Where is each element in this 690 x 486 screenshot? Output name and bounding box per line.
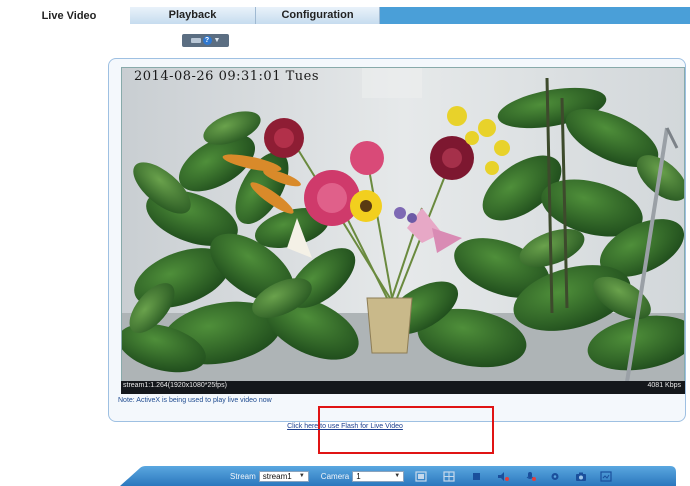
camera-select[interactable]: 1 ▼ xyxy=(352,470,405,482)
video-player[interactable]: 2014-08-26 09:31:01 Tues xyxy=(121,67,685,394)
view-mode-selector[interactable]: ? ▼ xyxy=(182,34,229,47)
help-icon[interactable]: ? xyxy=(202,36,212,45)
stream-select-value: stream1 xyxy=(262,471,292,481)
tab-strip-background xyxy=(380,7,690,24)
record-icon[interactable] xyxy=(600,471,612,482)
multi-view-icon[interactable] xyxy=(443,471,455,482)
activex-note: Note: ActiveX is being used to play live… xyxy=(118,397,272,404)
camera-feed-image xyxy=(122,68,684,382)
live-toolbar: Stream stream1 ▼ Camera 1 ▼ xyxy=(230,469,405,483)
chevron-down-icon: ▼ xyxy=(298,472,305,479)
tab-live-video[interactable]: Live Video xyxy=(8,6,130,26)
chevron-down-icon: ▼ xyxy=(394,472,401,479)
view-mode-icon xyxy=(190,38,201,43)
stream-label: Stream xyxy=(230,471,256,481)
settings-icon[interactable] xyxy=(549,471,561,482)
stream-info: stream1:1.264(1920x1080*25fps) xyxy=(123,382,227,389)
bitrate-readout: 4081 Kbps xyxy=(647,382,681,389)
camera-label: Camera xyxy=(320,471,350,481)
tab-configuration[interactable]: Configuration xyxy=(256,7,380,24)
video-timestamp-overlay: 2014-08-26 09:31:01 Tues xyxy=(134,69,320,84)
camera-select-value: 1 xyxy=(356,471,361,481)
highlight-box xyxy=(318,406,494,454)
audio-icon[interactable] xyxy=(497,471,509,482)
chevron-down-icon: ▼ xyxy=(213,37,221,44)
stop-icon[interactable] xyxy=(471,471,483,482)
video-status-bar: stream1:1.264(1920x1080*25fps) 4081 Kbps xyxy=(121,381,685,394)
flash-live-video-link[interactable]: Click here to use Flash for Live Video xyxy=(0,423,690,430)
tab-playback[interactable]: Playback xyxy=(130,7,256,24)
microphone-icon[interactable] xyxy=(524,471,536,482)
tab-bar: Live Video Playback Configuration xyxy=(0,0,690,26)
stream-select[interactable]: stream1 ▼ xyxy=(258,470,309,482)
snapshot-icon[interactable] xyxy=(575,471,587,482)
single-view-icon[interactable] xyxy=(415,471,427,482)
